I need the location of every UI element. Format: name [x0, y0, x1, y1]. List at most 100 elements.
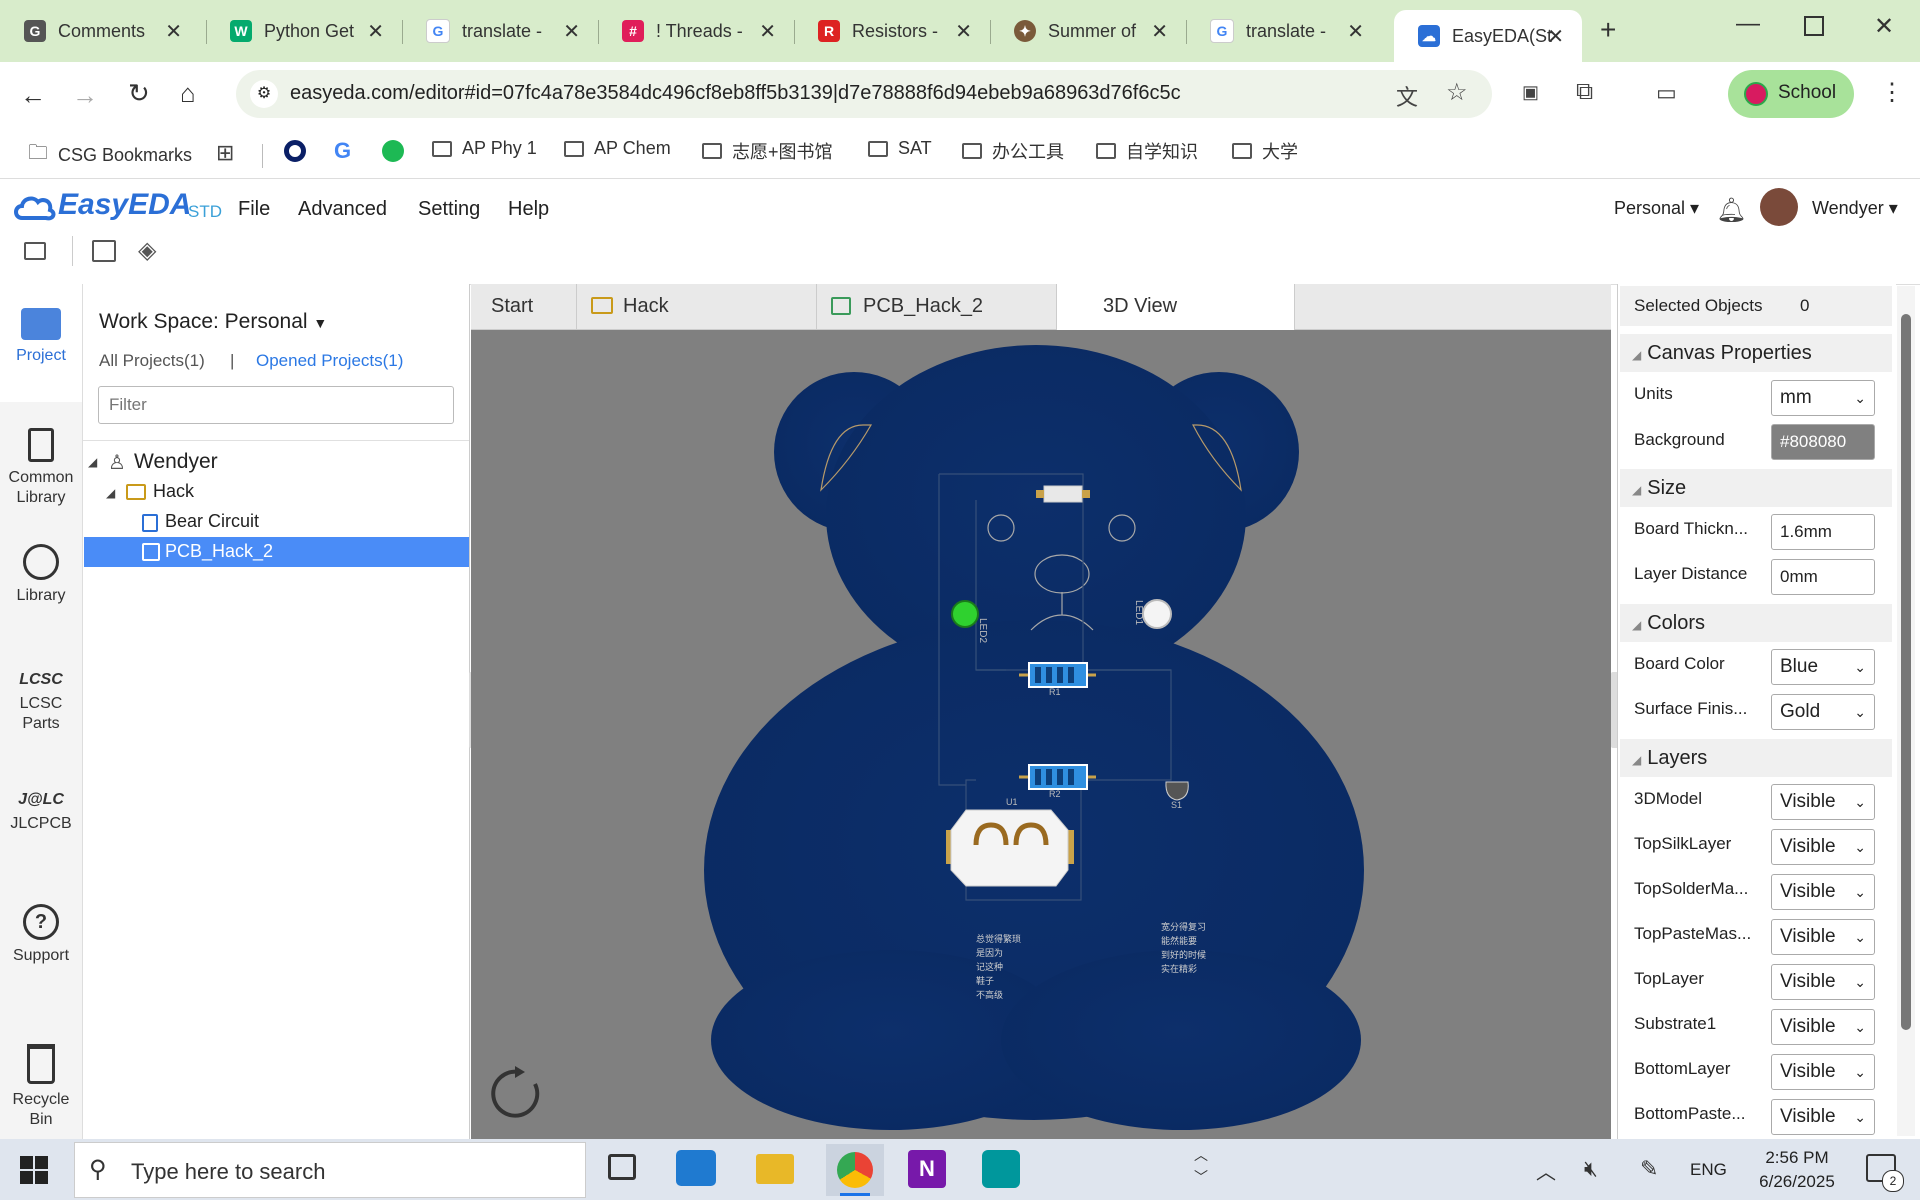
tab-3d-view[interactable]: 3D View	[1057, 284, 1295, 330]
screen-share-icon[interactable]: ▭	[1656, 80, 1677, 106]
bookmark-folder[interactable]: AP Chem	[564, 138, 671, 159]
section-size[interactable]: ◢ Size	[1620, 469, 1892, 507]
rail-lcsc-parts[interactable]: LCSC LCSC Parts	[0, 670, 82, 734]
filter-input[interactable]	[98, 386, 454, 424]
restore-button[interactable]	[1804, 16, 1824, 36]
clock[interactable]: 2:56 PM 6/26/2025	[1752, 1146, 1842, 1194]
windows-start-icon[interactable]	[20, 1156, 48, 1184]
board-thickness-input[interactable]: 1.6mm	[1771, 514, 1875, 550]
site-info-icon[interactable]: ⚙	[250, 80, 278, 108]
star-icon[interactable]: ☆	[1446, 78, 1468, 107]
taskbar-scroll-arrows[interactable]: ︿ ﹀	[1190, 1144, 1212, 1196]
bookmark-folder[interactable]: 大学	[1232, 138, 1298, 164]
pen-icon[interactable]: ✎	[1640, 1156, 1658, 1182]
extensions-icon[interactable]: ⧉	[1576, 78, 1593, 106]
close-tab-icon[interactable]: ✕	[1151, 19, 1168, 44]
layer-distance-input[interactable]: 0mm	[1771, 559, 1875, 595]
tab-pcb[interactable]: PCB_Hack_2	[817, 284, 1057, 329]
bookmark-folder[interactable]: AP Phy 1	[432, 138, 537, 159]
workspace-dropdown[interactable]: Personal ▾	[1614, 198, 1699, 219]
arduino-icon[interactable]	[982, 1150, 1020, 1188]
volume-muted-icon[interactable]: 🔇︎	[1584, 1156, 1598, 1182]
tab-start[interactable]: Start	[471, 284, 577, 329]
rail-common-library[interactable]: Common Library	[0, 428, 82, 508]
menu-setting[interactable]: Setting	[418, 198, 480, 221]
section-colors[interactable]: ◢ Colors	[1620, 604, 1892, 642]
minimize-button[interactable]: —	[1736, 10, 1760, 38]
chevron-up-icon[interactable]: ︿	[1536, 1156, 1556, 1185]
rail-project[interactable]: Project	[0, 308, 82, 366]
bookmark-folder[interactable]: SAT	[868, 138, 932, 159]
menu-help[interactable]: Help	[508, 198, 549, 221]
rail-support[interactable]: ? Support	[0, 904, 82, 966]
layer-visibility-select[interactable]: Visible ⌄	[1771, 829, 1875, 865]
vscode-icon[interactable]	[676, 1150, 716, 1186]
notification-center-icon[interactable]: 2	[1866, 1154, 1904, 1192]
google-icon[interactable]: G	[334, 138, 351, 164]
tree-collapse-icon[interactable]: ◢	[88, 455, 97, 469]
tree-folder-hack[interactable]: Hack	[153, 481, 194, 502]
open-folder-icon[interactable]	[24, 242, 46, 260]
browser-tab[interactable]: G translate - ✕	[402, 10, 598, 52]
menu-kebab-icon[interactable]: ⋮	[1880, 78, 1904, 107]
reading-mode-icon[interactable]: ▣	[1522, 82, 1539, 103]
section-canvas-properties[interactable]: ◢ Canvas Properties	[1620, 334, 1892, 372]
rail-jlcpcb[interactable]: J@LC JLCPCB	[0, 790, 82, 834]
close-tab-icon[interactable]: ✕	[955, 19, 972, 44]
tree-item-bear-circuit[interactable]: Bear Circuit	[165, 511, 259, 532]
layers-icon[interactable]: ◈	[138, 236, 156, 265]
board-color-select[interactable]: Blue ⌄	[1771, 649, 1875, 685]
opened-projects-link[interactable]: Opened Projects(1)	[256, 351, 403, 371]
surface-finish-select[interactable]: Gold ⌄	[1771, 694, 1875, 730]
browser-tab-active[interactable]: ☁ EasyEDA(St ✕	[1394, 10, 1582, 62]
user-dropdown[interactable]: Wendyer ▾	[1812, 198, 1898, 219]
chrome-taskbar-active[interactable]	[826, 1144, 884, 1196]
layer-visibility-select[interactable]: Visible ⌄	[1771, 1054, 1875, 1090]
notification-bell-icon[interactable]: 🔔︎	[1716, 196, 1746, 225]
layer-visibility-select[interactable]: Visible ⌄	[1771, 874, 1875, 910]
properties-scrollbar[interactable]	[1897, 286, 1915, 1136]
url-text[interactable]: easyeda.com/editor#id=07fc4a78e3584dc496…	[290, 82, 1181, 105]
file-explorer-icon[interactable]	[756, 1154, 794, 1184]
units-select[interactable]: mm ⌄	[1771, 380, 1875, 416]
bookmark-folder[interactable]: 自学知识	[1096, 138, 1198, 164]
image-export-icon[interactable]	[92, 240, 116, 262]
language-indicator[interactable]: ENG	[1690, 1160, 1727, 1180]
close-tab-icon[interactable]: ✕	[759, 19, 776, 44]
bookmark-folder[interactable]: 办公工具	[962, 138, 1064, 164]
task-view-icon[interactable]	[608, 1154, 636, 1180]
browser-tab[interactable]: # ! Threads - ✕	[598, 10, 794, 52]
browser-tab[interactable]: G Comments ✕	[0, 10, 200, 52]
taskbar-search-box[interactable]: ⚲ Type here to search	[74, 1142, 586, 1198]
tree-collapse-icon[interactable]: ◢	[106, 486, 115, 500]
layer-visibility-select[interactable]: Visible ⌄	[1771, 1009, 1875, 1045]
browser-tab[interactable]: ✦ Summer of ✕	[990, 10, 1186, 52]
avatar[interactable]	[1760, 188, 1798, 226]
layer-visibility-select[interactable]: Visible ⌄	[1771, 964, 1875, 1000]
apps-grid-icon[interactable]: ⊞	[216, 140, 234, 166]
layer-visibility-select[interactable]: Visible ⌄	[1771, 919, 1875, 955]
bookmark-ring-icon[interactable]	[284, 140, 306, 162]
bookmark-item[interactable]: 🗀 CSG Bookmarks	[28, 138, 192, 172]
close-tab-icon[interactable]: ✕	[367, 19, 384, 44]
spotify-icon[interactable]	[382, 140, 404, 162]
rail-library[interactable]: Library	[0, 544, 82, 606]
close-window-button[interactable]: ✕	[1874, 12, 1894, 41]
forward-button[interactable]: →	[72, 80, 98, 111]
bookmark-folder[interactable]: 志愿+图书馆	[702, 138, 833, 164]
close-tab-icon[interactable]: ✕	[563, 19, 580, 44]
reload-button[interactable]: ↻	[128, 78, 150, 109]
background-color-input[interactable]: #808080	[1771, 424, 1875, 460]
menu-advanced[interactable]: Advanced	[298, 198, 387, 221]
close-tab-icon[interactable]: ✕	[1347, 19, 1364, 44]
workspace-selector[interactable]: Work Space: Personal ▼	[99, 310, 327, 334]
home-button[interactable]: ⌂	[180, 78, 196, 109]
menu-file[interactable]: File	[238, 198, 270, 221]
browser-tab[interactable]: G translate - ✕	[1186, 10, 1382, 52]
reset-view-icon[interactable]	[491, 1066, 547, 1122]
profile-button[interactable]: School	[1728, 70, 1854, 118]
section-layers[interactable]: ◢ Layers	[1620, 739, 1892, 777]
translate-icon[interactable]: 文	[1396, 80, 1418, 112]
back-button[interactable]: ←	[20, 80, 46, 111]
layer-visibility-select[interactable]: Visible ⌄	[1771, 784, 1875, 820]
